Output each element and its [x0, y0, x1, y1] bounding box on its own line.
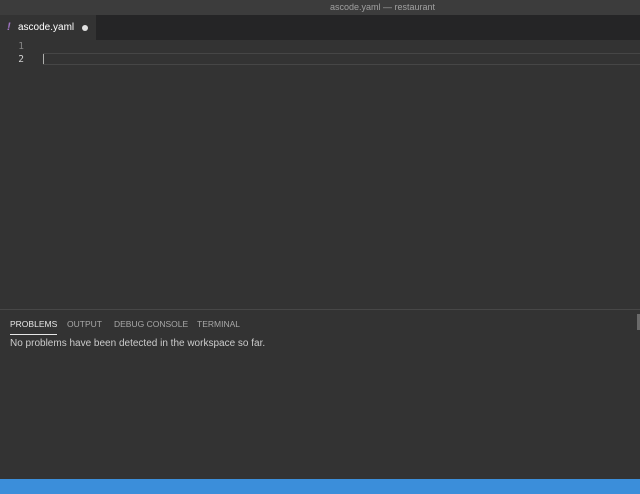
window-title: ascode.yaml — restaurant — [330, 2, 436, 12]
tab-ascode-yaml[interactable]: ! ascode.yaml — [0, 15, 96, 40]
tab-output[interactable]: OUTPUT — [67, 319, 102, 330]
problems-message: No problems have been detected in the wo… — [10, 338, 266, 349]
code-editor[interactable]: 1 2 — [0, 40, 640, 309]
line-number: 1 — [18, 41, 24, 52]
status-bar — [0, 479, 640, 494]
tab-label: ascode.yaml — [18, 22, 75, 33]
bottom-panel: PROBLEMS OUTPUT DEBUG CONSOLE TERMINAL N… — [0, 309, 640, 479]
line-number-active: 2 — [18, 54, 24, 65]
editor-window: ascode.yaml — restaurant ! ascode.yaml 1… — [0, 0, 640, 494]
title-bar: ascode.yaml — restaurant — [0, 0, 640, 15]
tab-debug-console[interactable]: DEBUG CONSOLE — [114, 319, 188, 330]
current-line-highlight — [43, 53, 640, 65]
yaml-file-icon: ! — [7, 21, 11, 33]
tab-terminal[interactable]: TERMINAL — [197, 319, 240, 330]
tab-problems[interactable]: PROBLEMS — [10, 319, 58, 335]
panel-tab-bar: PROBLEMS OUTPUT DEBUG CONSOLE TERMINAL — [0, 310, 640, 336]
text-cursor — [43, 54, 44, 64]
editor-tab-bar: ! ascode.yaml — [0, 15, 640, 40]
unsaved-changes-dot-icon[interactable] — [82, 25, 88, 31]
